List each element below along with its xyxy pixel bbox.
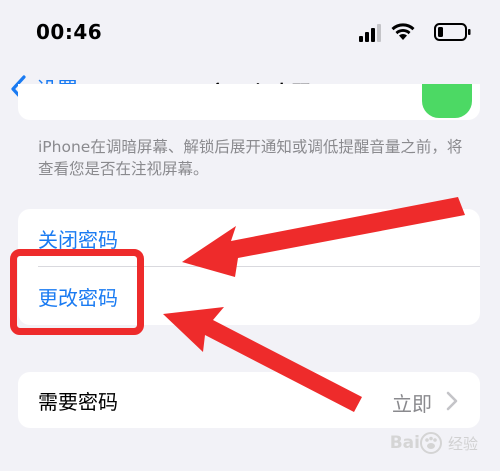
annotation-arrows [163,197,465,412]
annotation-arrow-upper [182,197,465,277]
baidu-paw-icon [419,432,442,454]
watermark-sub: 经验 [447,434,478,453]
baidu-watermark: Bai 经验 [390,428,478,458]
annotation-arrow-lower [163,307,362,412]
watermark-text: Bai [389,433,420,453]
